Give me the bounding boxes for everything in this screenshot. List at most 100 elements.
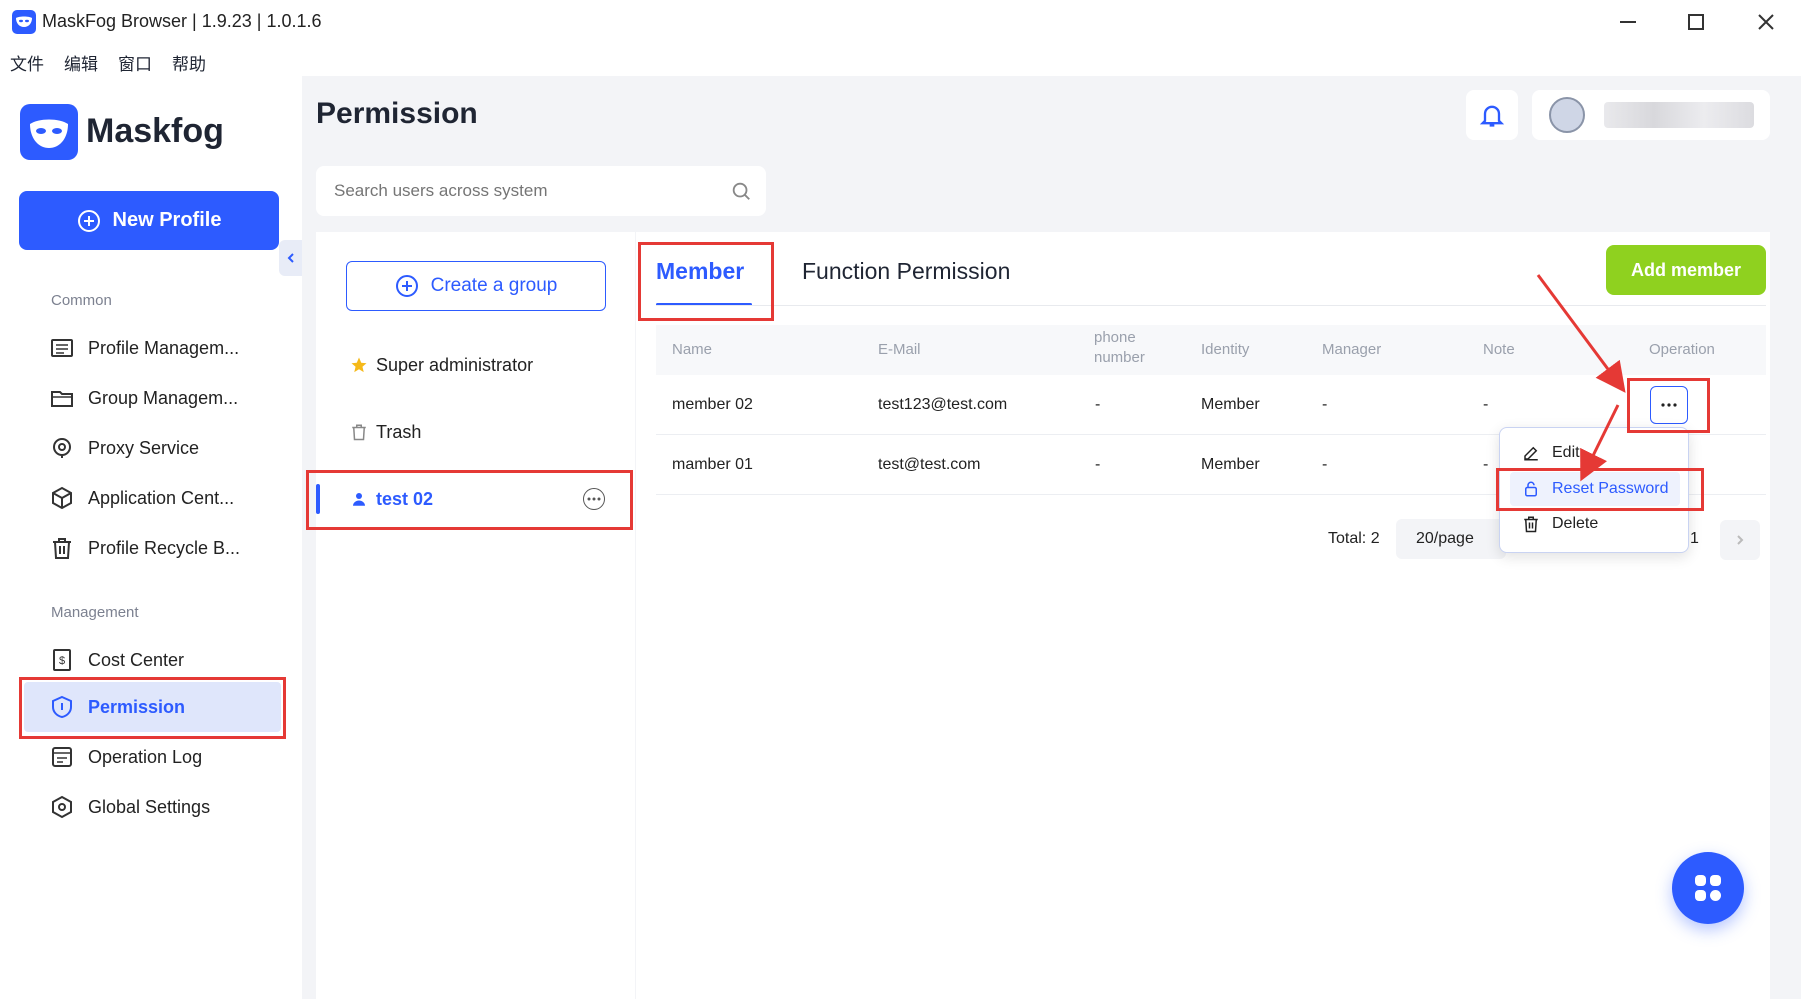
section-common: Common xyxy=(51,292,112,309)
col-note: Note xyxy=(1483,341,1515,358)
plus-circle-icon xyxy=(395,275,418,297)
collapse-sidebar-button[interactable] xyxy=(279,240,302,276)
log-icon xyxy=(52,747,72,767)
sidebar-item-label: Cost Center xyxy=(88,649,185,670)
star-icon xyxy=(351,357,367,373)
group-item-super-administrator[interactable]: Super administrator xyxy=(350,352,533,378)
cell-email: test123@test.com xyxy=(878,396,1008,413)
col-operation: Operation xyxy=(1649,341,1715,358)
title-bar: MaskFog Browser | 1.9.23 | 1.0.1.6 xyxy=(0,0,1801,44)
trash-icon xyxy=(352,424,366,441)
search-bar[interactable] xyxy=(316,166,766,216)
cell-email: test@test.com xyxy=(878,456,981,473)
cell-manager: - xyxy=(1322,396,1328,413)
sidebar-item-label: Profile Managem... xyxy=(88,337,240,358)
dropdown-edit[interactable]: Edit xyxy=(1500,436,1688,470)
search-icon[interactable] xyxy=(730,180,752,202)
brand-logo-icon xyxy=(20,104,78,160)
sidebar-item-label: Proxy Service xyxy=(88,437,200,458)
avatar xyxy=(1549,97,1585,133)
tab-function-permission[interactable]: Function Permission xyxy=(802,258,1010,285)
sidebar-item-group-management[interactable]: Group Managem... xyxy=(50,376,238,420)
close-icon[interactable] xyxy=(1756,12,1776,32)
new-profile-button[interactable]: New Profile xyxy=(19,191,279,250)
trash-icon xyxy=(1524,516,1538,533)
next-page-button[interactable] xyxy=(1720,520,1760,560)
brand-name: Maskfog xyxy=(86,112,224,150)
user-profile-button[interactable] xyxy=(1532,90,1770,140)
blurred-username xyxy=(1604,102,1754,128)
annotation-box-reset-password xyxy=(1496,468,1704,511)
create-group-button[interactable]: Create a group xyxy=(346,261,606,311)
menu-window[interactable]: 窗口 xyxy=(118,50,152,75)
hexagon-settings-icon xyxy=(52,795,72,819)
cell-name: member 02 xyxy=(672,396,753,413)
maximize-icon[interactable] xyxy=(1688,14,1704,30)
window-title: MaskFog Browser | 1.9.23 | 1.0.1.6 xyxy=(42,11,322,31)
sidebar-item-application-center[interactable]: Application Cent... xyxy=(50,476,234,520)
sidebar-item-proxy-service[interactable]: Proxy Service xyxy=(50,426,199,470)
annotation-box-permission xyxy=(19,677,286,739)
group-item-label: Trash xyxy=(376,421,422,442)
sidebar-item-global-settings[interactable]: Global Settings xyxy=(50,785,210,829)
receipt-icon: $ xyxy=(53,649,71,671)
annotation-box-member-tab xyxy=(638,242,774,321)
group-item-trash[interactable]: Trash xyxy=(350,419,421,445)
cell-manager: - xyxy=(1322,456,1328,473)
chevron-left-icon xyxy=(287,253,294,263)
trash-icon xyxy=(53,538,71,559)
cell-phone: - xyxy=(1095,456,1101,473)
cell-identity: Member xyxy=(1201,396,1260,413)
dropdown-delete-label: Delete xyxy=(1552,515,1599,532)
minimize-icon[interactable] xyxy=(1620,21,1636,23)
create-group-label: Create a group xyxy=(430,275,558,296)
plus-circle-icon xyxy=(77,209,100,232)
grid-apps-icon xyxy=(1695,875,1721,901)
menu-file[interactable]: 文件 xyxy=(10,50,44,75)
sidebar: Maskfog New Profile Common Profile Manag… xyxy=(0,76,302,999)
sidebar-item-profile-recycle-bin[interactable]: Profile Recycle B... xyxy=(50,526,240,570)
sidebar-item-operation-log[interactable]: Operation Log xyxy=(50,735,202,779)
chevron-right-icon xyxy=(1737,535,1744,545)
menu-bar: 文件 编辑 窗口 帮助 xyxy=(0,44,1801,76)
notification-button[interactable] xyxy=(1466,90,1518,140)
profile-icon xyxy=(51,339,73,357)
current-page[interactable]: 1 xyxy=(1690,530,1699,548)
col-identity: Identity xyxy=(1201,341,1250,358)
menu-help[interactable]: 帮助 xyxy=(172,50,206,75)
svg-text:$: $ xyxy=(59,655,65,667)
col-manager: Manager xyxy=(1322,341,1382,358)
cell-identity: Member xyxy=(1201,456,1260,473)
cell-name: mamber 01 xyxy=(672,456,753,473)
cell-phone: - xyxy=(1095,396,1101,413)
page-title: Permission xyxy=(316,97,478,130)
col-phone: phone number xyxy=(1094,329,1145,366)
sidebar-item-label: Group Managem... xyxy=(88,387,239,408)
section-management: Management xyxy=(51,604,139,621)
add-member-label: Add member xyxy=(1630,259,1742,280)
dropdown-delete[interactable]: Delete xyxy=(1500,507,1688,541)
tabs-divider xyxy=(656,305,1766,306)
bell-icon xyxy=(1479,105,1505,127)
dropdown-edit-label: Edit xyxy=(1552,444,1580,461)
pagination-total: Total: 2 xyxy=(1328,530,1380,547)
col-name: Name xyxy=(672,341,713,358)
menu-edit[interactable]: 编辑 xyxy=(64,50,98,75)
edit-icon xyxy=(1524,446,1538,461)
cell-note: - xyxy=(1483,456,1489,473)
add-member-button[interactable]: Add member xyxy=(1606,245,1766,295)
sidebar-item-cost-center[interactable]: $ Cost Center xyxy=(50,638,184,682)
sidebar-item-label: Profile Recycle B... xyxy=(88,537,241,558)
folder-icon xyxy=(51,391,73,407)
page-size-value: 20/page xyxy=(1416,530,1474,547)
cell-note: - xyxy=(1483,396,1489,413)
annotation-box-more-button xyxy=(1627,378,1710,433)
floating-apps-button[interactable] xyxy=(1672,852,1744,924)
group-item-label: Super administrator xyxy=(376,354,534,375)
sidebar-item-profile-management[interactable]: Profile Managem... xyxy=(50,326,239,370)
annotation-box-test-02 xyxy=(306,470,633,530)
page-size-select[interactable]: 20/page xyxy=(1396,519,1506,559)
search-input[interactable] xyxy=(334,178,714,204)
groups-panel xyxy=(316,232,635,999)
cube-icon xyxy=(52,486,72,510)
